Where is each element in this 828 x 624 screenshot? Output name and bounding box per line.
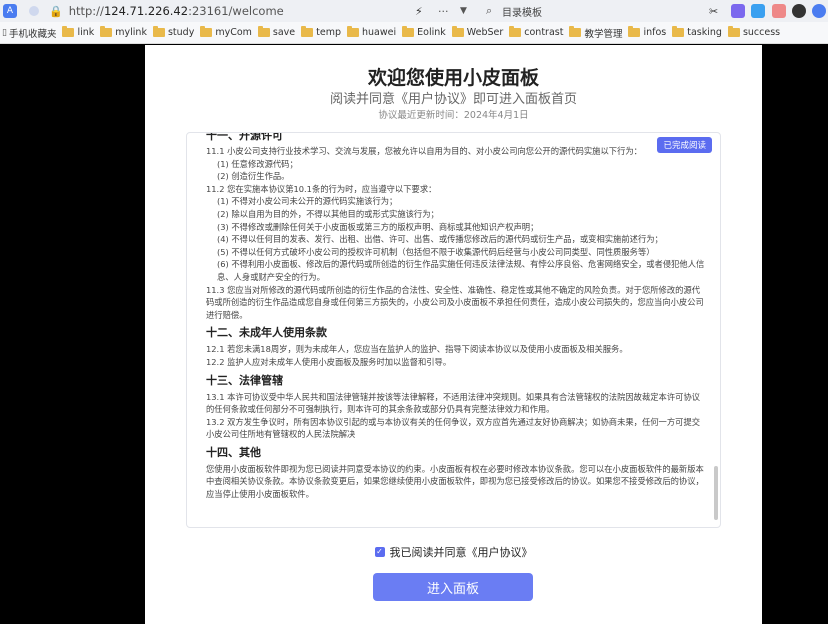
bookmark-temp[interactable]: temp [301,26,342,38]
section-heading: 十四、其他 [206,445,261,459]
agreement-panel[interactable]: 已完成阅读 十一、开源许可 11.1 小皮公司支持行业技术学习、交流与发展，您被… [186,132,721,528]
url-host: 124.71.226.42 [103,4,189,18]
agree-checkbox-row[interactable]: ✓ 我已阅读并同意《用户协议》 [145,544,762,560]
folder-icon [509,26,522,37]
page-title: 欢迎您使用小皮面板 [367,67,539,89]
welcome-page: 欢迎您使用小皮面板 阅读并同意《用户协议》即可进入面板首页 协议最近更新时间：2… [145,45,762,624]
bookmark-mylink[interactable]: mylink [100,26,147,38]
bookmark-link[interactable]: link [62,26,95,38]
lock-icon: 🔒 [49,4,63,18]
scrollbar-thumb[interactable] [714,466,718,520]
clause-item: (1) 任意修改源代码； [217,158,298,169]
folder-icon [727,26,740,37]
folder-icon [257,26,270,37]
lightning-icon[interactable]: ⚡ [415,5,423,18]
folder-icon [451,26,464,37]
bookmark-mobile[interactable]: ▯ 手机收藏夹 [0,26,56,40]
github-icon[interactable] [792,4,806,18]
bookmark-label: contrast [524,27,564,38]
folder-icon [402,26,415,37]
clause-item: (2) 除以自用为目的外，不得以其他目的或形式实施该行为； [217,208,439,219]
clause: 11.2 您在实施本协议第10.1条的行为时，应当遵守以下要求： [206,183,437,194]
bookmark-label: success [742,27,781,38]
bookmark-mycom[interactable]: myCom [200,26,252,38]
phone-icon: ▯ [2,27,7,38]
bookmarks-bar: ▯ 手机收藏夹 link mylink study myCom save temp… [0,22,828,44]
bookmark-label: tasking [687,27,722,38]
folder-icon [100,26,113,37]
clause: 您使用小皮面板软件即视为您已阅读并同意受本协议的约束。小皮面板有权在必要时修改本… [206,463,704,500]
clause: 13.2 双方发生争议时，所有因本协议引起的或与本协议有关的任何争议，双方应首先… [206,416,701,440]
chevron-down-icon[interactable]: ▼ [460,6,467,16]
agree-label[interactable]: 我已阅读并同意《用户协议》 [390,544,533,560]
bookmark-study[interactable]: study [152,26,195,38]
checkbox-checked-icon[interactable]: ✓ [374,547,385,557]
folder-icon [569,26,582,37]
clause-item: (2) 创造衍生作品。 [217,171,290,182]
folder-icon [347,26,360,37]
folder-icon [301,26,314,37]
url-path: :23161/welcome [188,4,284,18]
bookmark-label: save [272,27,296,38]
clause-item: (1) 不得对小皮公司未公开的源代码实施该行为； [217,196,398,207]
folder-icon [672,26,685,37]
bookmark-label: huawei [362,27,397,38]
bookmark-webser[interactable]: WebSer [451,26,504,38]
page-subtitle: 阅读并同意《用户协议》即可进入面板首页 [329,92,577,107]
bookmark-label: 教学管理 [584,28,623,40]
clause: 13.1 本许可协议受中华人民共和国法律管辖并按该等法律解释，不适用法律冲突规则… [206,391,701,415]
bookmark-label: infos [643,27,667,38]
clause-item: (6) 不得利用小皮面板、修改后的源代码或所创造的衍生作品实施任何违反法律法规、… [217,259,705,282]
agreement-content: 十一、开源许可 11.1 小皮公司支持行业技术学习、交流与发展，您被允许以自用为… [206,132,706,501]
clause-item: (3) 不得修改或删除任何关于小皮面板或第三方的版权声明、商标或其他知识产权声明… [217,221,539,232]
home-icon[interactable] [29,6,39,16]
bookmark-teaching[interactable]: 教学管理 [569,26,622,40]
bookmark-label: study [167,27,195,38]
folder-icon [62,26,75,37]
enter-panel-button[interactable]: 进入面板 [373,573,533,601]
address-bar[interactable]: http://124.71.226.42:23161/welcome [69,4,284,18]
folder-icon [628,26,641,37]
clause: 11.1 小皮公司支持行业技术学习、交流与发展，您被允许以自用为目的、对小皮公司… [206,146,642,156]
extension-icon[interactable] [731,4,745,18]
search-input[interactable]: 目录模板 [502,4,542,19]
bookmark-huawei[interactable]: huawei [347,26,397,38]
browser-toolbar: A 🔒 http://124.71.226.42:23161/welcome ⚡… [0,0,828,22]
bookmark-success[interactable]: success [727,26,781,38]
translate-icon[interactable] [751,4,765,18]
bookmark-label: WebSer [466,27,504,38]
bookmark-eolink[interactable]: Eolink [402,26,446,38]
section-heading: 十一、开源许可 [206,132,283,142]
bookmark-save[interactable]: save [257,26,296,38]
bookmark-label: myCom [215,27,252,38]
mail-icon[interactable] [772,4,786,18]
app-logo-icon[interactable]: A [3,4,17,18]
bookmark-label: link [77,27,95,38]
folder-icon [200,26,213,37]
folder-icon [152,26,165,37]
section-heading: 十二、未成年人使用条款 [206,326,327,340]
bookmark-label: temp [316,27,342,38]
scissors-icon[interactable]: ✂ [709,5,718,18]
clause-item: (4) 不得以任何目的发表、发行、出租、出借、许可、出售、或传播您修改后的源代码… [217,234,663,245]
url-scheme: http:// [68,4,104,18]
clause: 12.2 监护人应对未成年人使用小皮面板及服务时加以监督和引导。 [206,356,452,367]
bookmark-label: Eolink [417,27,446,38]
clause: 12.1 若您未满18周岁，则为未成年人，您应当在监护人的监护、指导下阅读本协议… [206,344,628,355]
clause: 11.3 您应当对所修改的源代码或所创造的衍生作品的合法性、安全性、准确性、稳定… [206,284,704,320]
more-icon[interactable]: ··· [438,5,449,18]
update-date: 协议最近更新时间：2024年4月1日 [378,110,529,121]
read-complete-badge: 已完成阅读 [657,137,712,153]
bookmark-label: 手机收藏夹 [8,28,57,40]
bookmark-infos[interactable]: infos [628,26,667,38]
bookmark-tasking[interactable]: tasking [672,26,722,38]
bookmark-contrast[interactable]: contrast [509,26,564,38]
bookmark-label: mylink [115,27,147,38]
section-heading: 十三、法律管辖 [206,373,283,387]
clause-item: (5) 不得以任何方式破坏小皮公司的授权许可机制（包括但不限于收集源代码后经营与… [217,246,655,257]
search-icon: ⌕ [486,4,493,17]
profile-icon[interactable] [812,4,826,18]
